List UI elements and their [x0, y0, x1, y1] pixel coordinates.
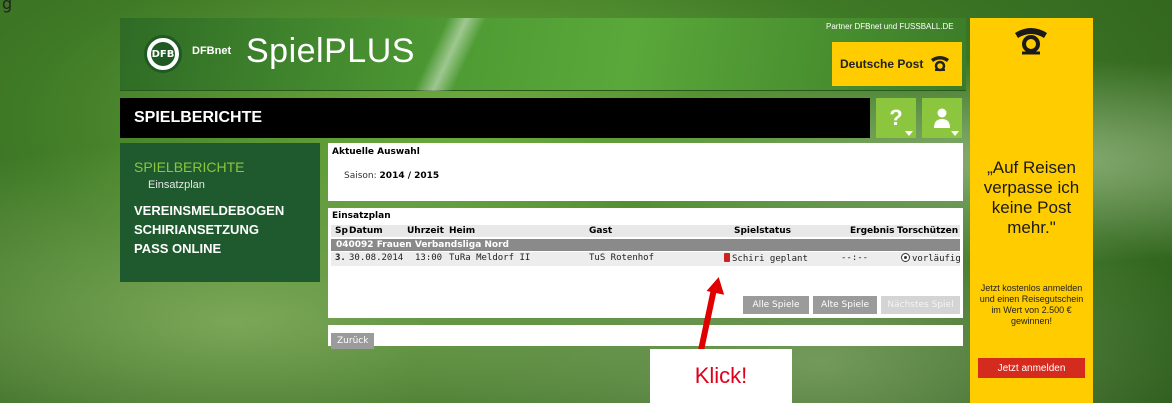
annotation-label: Klick!: [694, 363, 748, 388]
sidebar-item-vereinsmeldebogen[interactable]: VEREINSMELDEBOGEN: [134, 203, 306, 218]
back-button[interactable]: Zurück: [331, 333, 375, 349]
sidebar-item-pass-online[interactable]: PASS ONLINE: [134, 241, 306, 256]
col-ergebnis[interactable]: Ergebnis: [850, 226, 894, 236]
post-horn-icon: [1015, 28, 1047, 55]
old-games-button[interactable]: Alte Spiele: [813, 296, 877, 314]
sponsor-name: Deutsche Post: [840, 57, 924, 71]
dfbnet-label: DFBnet: [192, 45, 232, 57]
annotation-box: Klick!: [650, 349, 792, 403]
cell-sp: 3.: [335, 253, 346, 263]
football-icon: [901, 253, 910, 262]
back-panel: Zurück: [328, 325, 963, 349]
ad-slogan: „Auf Reisen verpasse ich keine Post mehr…: [983, 158, 1080, 237]
league-group-row: 040092 Frauen Verbandsliga Nord: [331, 239, 960, 251]
help-icon: ?: [889, 105, 903, 130]
all-games-button[interactable]: Alle Spiele: [743, 296, 809, 314]
selection-panel: Aktuelle Auswahl Saison: 2014 / 2015: [328, 143, 963, 201]
site-header: DFB DFBnet SpielPLUS Partner DFBnet und …: [120, 18, 966, 91]
top-fragment-text: g: [2, 0, 13, 13]
sidebar-item-spielberichte[interactable]: SPIELBERICHTE: [134, 159, 306, 175]
table-header: Sp Datum Uhrzeit Heim Gast Spielstatus E…: [331, 225, 960, 237]
selection-heading: Aktuelle Auswahl: [332, 147, 420, 157]
cell-gast: TuS Rotenhof: [589, 253, 655, 263]
col-gast[interactable]: Gast: [589, 226, 612, 236]
sidebar-subitem-einsatzplan[interactable]: Einsatzplan: [134, 179, 306, 191]
sidebar-item-schiriansetzung[interactable]: SCHIRIANSETZUNG: [134, 222, 306, 237]
saison-info: Saison: 2014 / 2015: [344, 171, 959, 181]
next-game-button[interactable]: Nächstes Spiel: [881, 296, 960, 314]
annotation-arrow-icon: [706, 275, 728, 295]
col-torschuetzen[interactable]: Torschützen: [897, 226, 958, 236]
partner-text: Partner DFBnet und FUSSBALL.DE: [826, 22, 954, 31]
sidebar: SPIELBERICHTE Einsatzplan VEREINSMELDEBO…: [120, 143, 320, 282]
referee-card-icon[interactable]: [724, 253, 730, 262]
deutsche-post-logo[interactable]: Deutsche Post: [832, 42, 962, 86]
cell-heim: TuRa Meldorf II: [449, 253, 531, 263]
einsatzplan-heading: Einsatzplan: [332, 211, 391, 221]
cell-spielstatus[interactable]: Schiri geplant: [724, 253, 808, 264]
cell-ergebnis: --:--: [841, 253, 869, 263]
user-icon: [934, 108, 950, 128]
saison-value: 2014 / 2015: [379, 171, 440, 181]
advertisement[interactable]: „Auf Reisen verpasse ich keine Post mehr…: [970, 18, 1093, 403]
torschuetzen-text: vorläufig: [912, 254, 961, 264]
saison-label: Saison:: [344, 171, 377, 181]
dfb-logo[interactable]: DFB: [144, 35, 182, 73]
app-title: SpielPLUS: [246, 32, 415, 70]
help-button[interactable]: ?: [876, 98, 916, 138]
col-heim[interactable]: Heim: [449, 226, 475, 236]
col-uhrzeit[interactable]: Uhrzeit: [407, 226, 444, 236]
spielstatus-text: Schiri geplant: [732, 254, 808, 264]
ad-signup-button[interactable]: Jetzt anmelden: [978, 358, 1085, 378]
cell-torschuetzen: vorläufig: [901, 253, 961, 264]
post-horn-icon: [931, 56, 950, 72]
user-menu-button[interactable]: [922, 98, 962, 138]
page-title: SPIELBERICHTE: [120, 98, 870, 138]
dfb-logo-text: DFB: [151, 42, 175, 66]
col-spielstatus[interactable]: Spielstatus: [734, 226, 791, 236]
help-caret-icon: [905, 131, 913, 136]
cell-uhrzeit: 13:00: [415, 253, 443, 263]
col-sp[interactable]: Sp: [335, 226, 348, 236]
ad-promo-text: Jetzt kostenlos anmelden und einen Reise…: [979, 283, 1084, 326]
user-caret-icon: [951, 131, 959, 136]
table-row[interactable]: 3. 30.08.2014 13:00 TuRa Meldorf II TuS …: [331, 252, 961, 266]
col-datum[interactable]: Datum: [349, 226, 383, 236]
cell-datum: 30.08.2014: [349, 253, 404, 263]
